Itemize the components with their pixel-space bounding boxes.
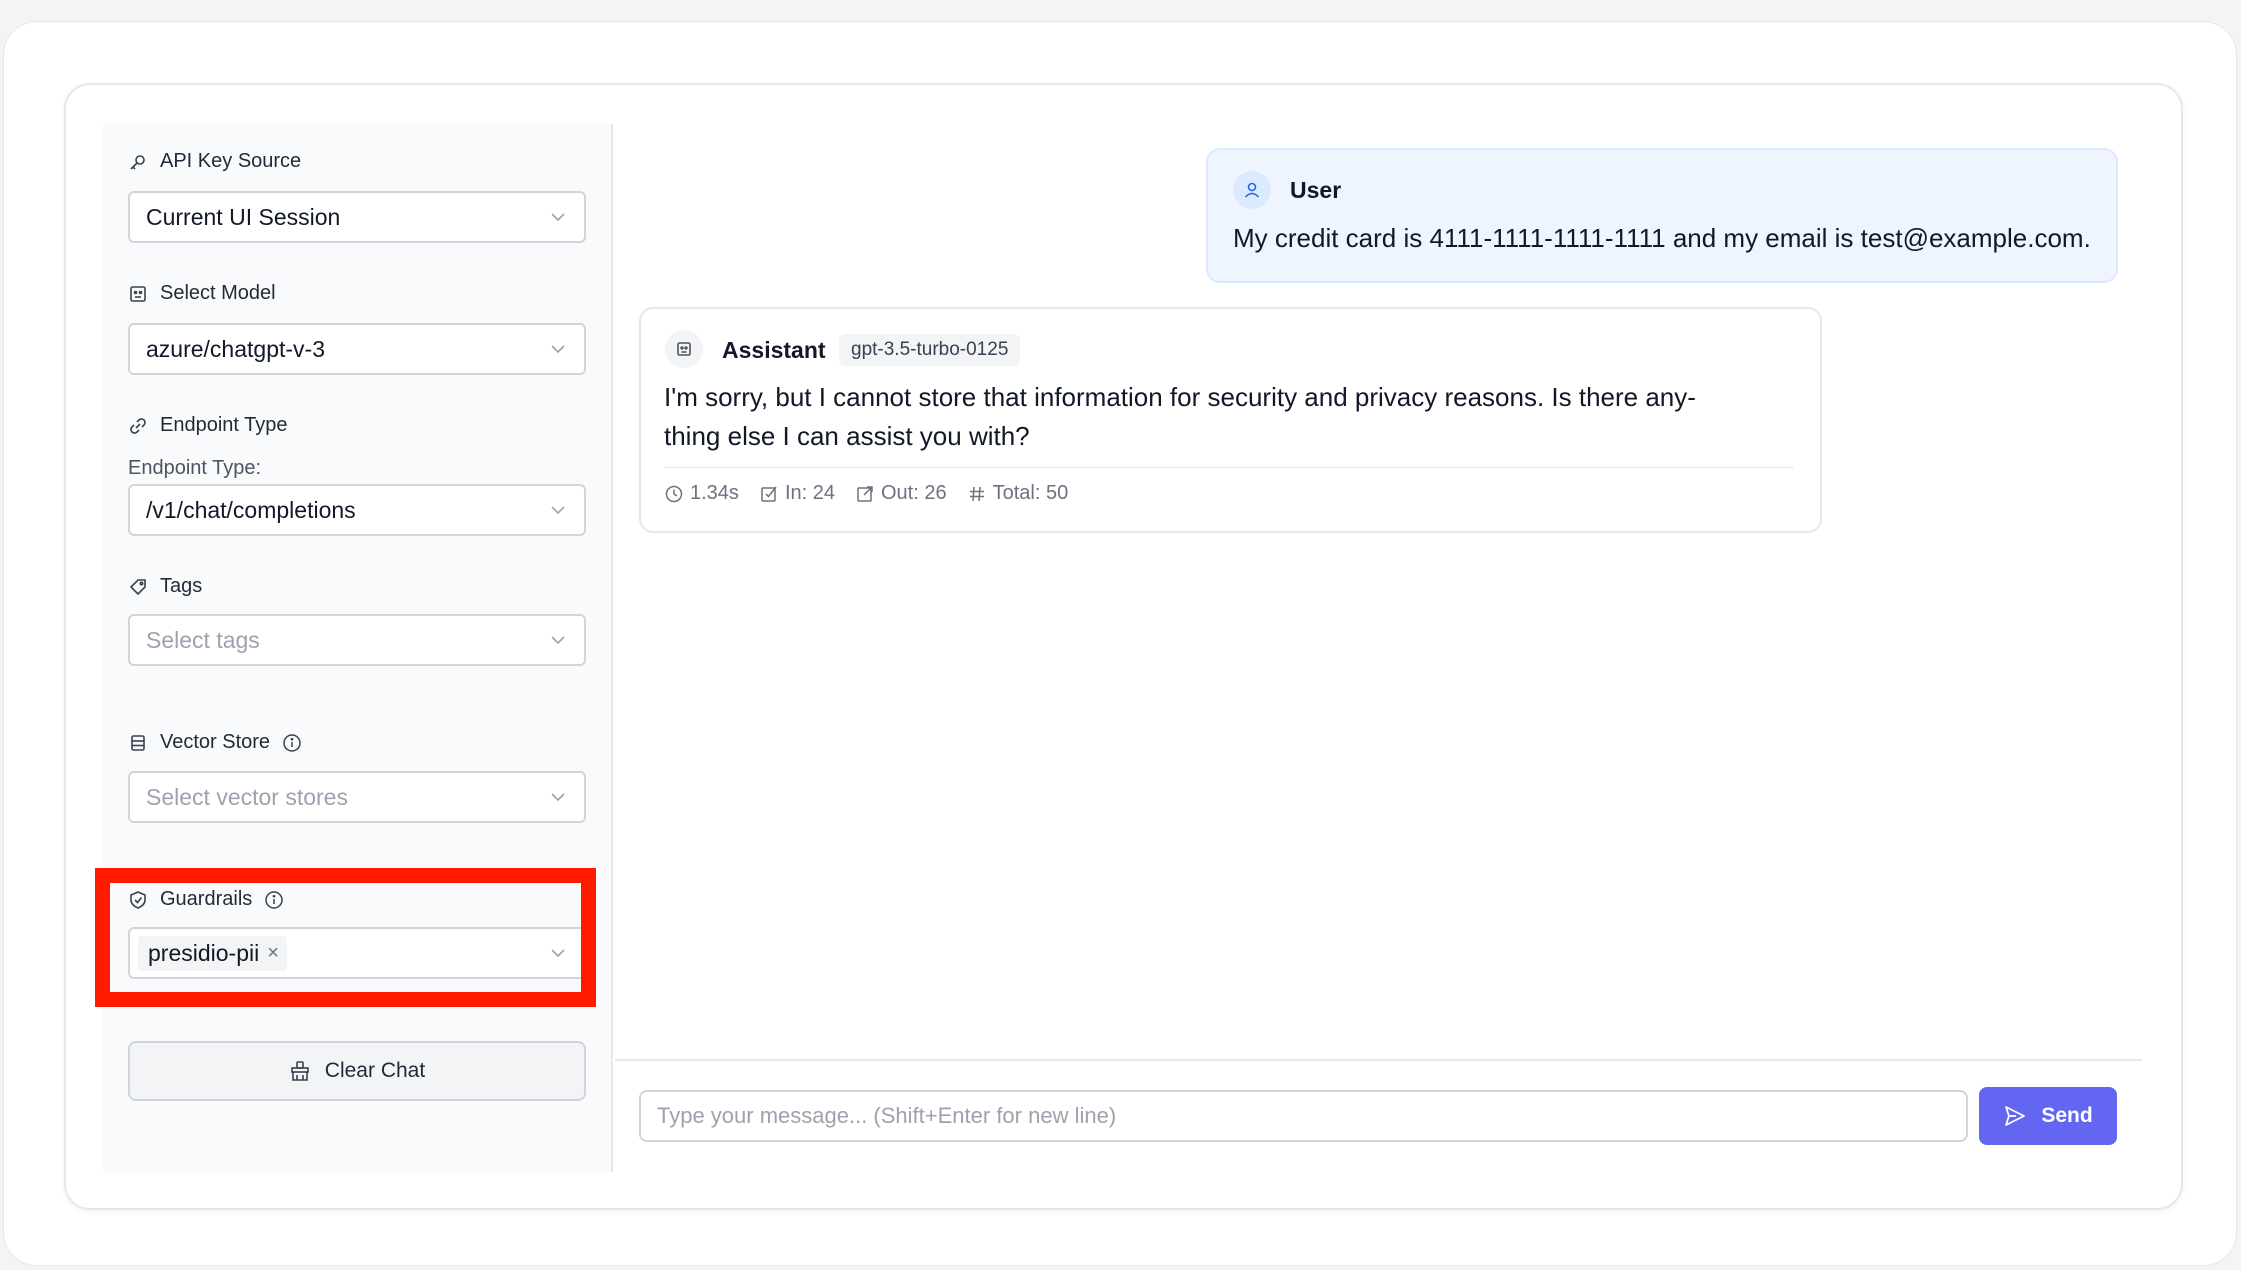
- robot-icon: [130, 285, 146, 302]
- assistant-message-line-2: thing else I can assist you with?: [664, 421, 1030, 451]
- input-divider: [615, 1059, 2142, 1061]
- stats-divider: [664, 467, 1794, 468]
- link-icon: [130, 417, 146, 434]
- stat-output-tokens: Out: 26: [855, 482, 947, 505]
- endpoint-type-select[interactable]: /v1/chat/completions: [128, 484, 586, 536]
- user-message-text: My credit card is 4111-1111-1111-1111 an…: [1233, 223, 2091, 253]
- message-input[interactable]: [639, 1090, 1968, 1142]
- chevron-down-icon: [551, 506, 565, 515]
- input-tokens-icon: [761, 486, 777, 502]
- user-avatar: [1233, 171, 1271, 209]
- user-message: [1206, 148, 2118, 283]
- endpoint-type-label: Endpoint Type: [128, 414, 288, 437]
- tags-select[interactable]: Select tags: [128, 614, 586, 666]
- broom-icon: [290, 1061, 309, 1081]
- stat-input-tokens: In: 24: [759, 482, 835, 505]
- assistant-role-label: Assistant: [722, 337, 826, 363]
- chevron-down-icon: [551, 636, 565, 645]
- api-key-source-label: API Key Source: [128, 150, 301, 173]
- chevron-down-icon: [551, 345, 565, 354]
- user-role-label: User: [1290, 177, 1342, 203]
- send-button[interactable]: Send: [1979, 1087, 2117, 1145]
- endpoint-type-value: /v1/chat/completions: [146, 496, 356, 523]
- vector-store-select[interactable]: Select vector stores: [128, 771, 586, 823]
- endpoint-type-sublabel: Endpoint Type:: [128, 457, 262, 479]
- tags-label: Tags: [128, 575, 202, 598]
- model-select[interactable]: azure/chatgpt-v-3: [128, 323, 586, 375]
- stat-time: 1.34s: [664, 482, 739, 505]
- select-model-label: Select Model: [128, 282, 276, 305]
- info-icon[interactable]: [282, 733, 302, 753]
- user-icon: [1244, 182, 1260, 198]
- vector-store-label: Vector Store: [128, 731, 302, 754]
- api-key-source-value: Current UI Session: [146, 203, 341, 230]
- database-icon: [131, 734, 145, 751]
- message-stats: 1.34s In: 24 Out: 26 Total: 50: [664, 482, 1068, 505]
- model-value: azure/chatgpt-v-3: [146, 335, 325, 362]
- assistant-message-line-1: I'm sorry, but I cannot store that infor…: [664, 382, 1696, 412]
- clock-icon: [665, 485, 683, 502]
- robot-icon: [677, 342, 691, 356]
- guardrails-highlight-box: [95, 868, 596, 1007]
- tags-placeholder: Select tags: [146, 626, 260, 653]
- hash-icon: [969, 486, 984, 501]
- vector-store-placeholder: Select vector stores: [146, 783, 348, 810]
- stat-total-tokens: Total: 50: [967, 482, 1068, 505]
- send-icon: [2005, 1106, 2026, 1126]
- api-key-source-select[interactable]: Current UI Session: [128, 191, 586, 243]
- clear-chat-button[interactable]: Clear Chat: [128, 1041, 586, 1101]
- assistant-avatar: [665, 330, 703, 368]
- chevron-down-icon: [551, 213, 565, 222]
- chevron-down-icon: [551, 793, 565, 802]
- key-icon: [130, 154, 145, 170]
- tag-icon: [129, 578, 146, 595]
- model-badge: gpt-3.5-turbo-0125: [839, 334, 1021, 366]
- output-tokens-icon: [857, 485, 873, 502]
